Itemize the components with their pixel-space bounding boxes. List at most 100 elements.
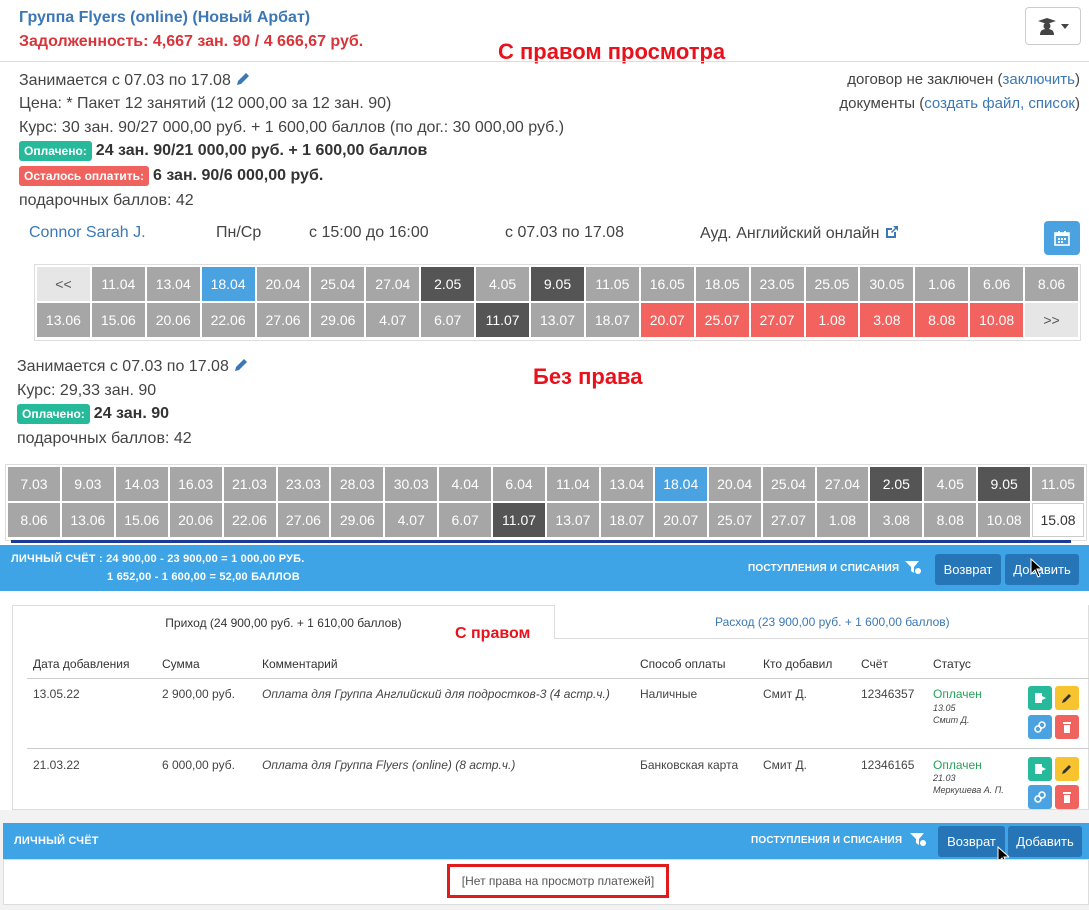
user-menu-button[interactable] bbox=[1025, 7, 1081, 45]
lesson-date-cell[interactable]: 6.04 bbox=[493, 467, 545, 501]
lesson-date-cell[interactable]: 18.04 bbox=[654, 467, 707, 501]
lesson-date-cell[interactable]: 23.05 bbox=[750, 267, 804, 301]
lesson-date-cell[interactable]: 16.03 bbox=[169, 467, 222, 501]
lesson-date-cell[interactable]: 11.04 bbox=[91, 267, 145, 301]
lesson-date-cell[interactable]: 18.07 bbox=[600, 503, 653, 537]
lesson-date-cell[interactable]: 3.08 bbox=[860, 303, 914, 337]
lesson-date-cell[interactable]: 13.04 bbox=[146, 267, 200, 301]
lesson-date-cell[interactable]: 21.03 bbox=[223, 467, 276, 501]
prev-page-button[interactable]: << bbox=[37, 267, 90, 301]
lesson-date-cell[interactable]: 20.04 bbox=[708, 467, 761, 501]
add-button-2[interactable]: Добавить bbox=[1008, 826, 1082, 857]
link-button[interactable] bbox=[1028, 715, 1052, 739]
lesson-date-cell[interactable]: 18.04 bbox=[201, 267, 255, 301]
lesson-date-cell[interactable]: 25.07 bbox=[708, 503, 761, 537]
lesson-date-cell[interactable]: 2.05 bbox=[870, 467, 923, 501]
lesson-date-cell[interactable]: 18.05 bbox=[695, 267, 749, 301]
lesson-date-cell[interactable]: 4.05 bbox=[924, 467, 977, 501]
lesson-date-cell[interactable]: 22.06 bbox=[223, 503, 276, 537]
lesson-date-cell[interactable]: 20.07 bbox=[654, 503, 707, 537]
lesson-date-cell[interactable]: 23.03 bbox=[277, 467, 330, 501]
lesson-date-cell[interactable]: 4.07 bbox=[385, 503, 438, 537]
documents-link[interactable]: создать файл, список bbox=[924, 95, 1075, 112]
lesson-date-cell[interactable]: 11.05 bbox=[1032, 467, 1084, 501]
lesson-date-cell[interactable]: 9.05 bbox=[531, 267, 584, 301]
lesson-date-cell[interactable]: 27.04 bbox=[366, 267, 420, 301]
lesson-date-cell[interactable]: 25.05 bbox=[805, 267, 859, 301]
lesson-date-cell[interactable]: 13.06 bbox=[61, 503, 114, 537]
next-page-button[interactable]: >> bbox=[1025, 303, 1078, 337]
tab-expense[interactable]: Расход (23 900,00 руб. + 1 600,00 баллов… bbox=[715, 615, 950, 629]
external-link-icon[interactable] bbox=[884, 224, 900, 240]
add-button[interactable]: Добавить bbox=[1005, 554, 1079, 585]
refund-button[interactable]: Возврат bbox=[935, 554, 1001, 585]
lesson-date-cell[interactable]: 20.06 bbox=[146, 303, 200, 337]
lesson-date-cell[interactable]: 20.04 bbox=[256, 267, 310, 301]
contract-link[interactable]: заключить bbox=[1002, 71, 1075, 88]
lesson-date-cell[interactable]: 6.06 bbox=[970, 267, 1024, 301]
lesson-date-cell[interactable]: 6.07 bbox=[421, 303, 475, 337]
lesson-date-cell[interactable]: 27.06 bbox=[256, 303, 310, 337]
lesson-date-cell[interactable]: 1.08 bbox=[805, 303, 859, 337]
lesson-date-cell[interactable]: 30.03 bbox=[385, 467, 438, 501]
lesson-date-cell[interactable]: 15.06 bbox=[91, 303, 145, 337]
teacher-link[interactable]: Connor Sarah J. bbox=[29, 224, 146, 242]
lesson-date-cell[interactable]: 13.04 bbox=[600, 467, 653, 501]
lesson-date-cell[interactable]: 10.08 bbox=[978, 503, 1031, 537]
lesson-date-cell[interactable]: 18.07 bbox=[585, 303, 639, 337]
lesson-date-cell[interactable]: 6.07 bbox=[439, 503, 492, 537]
lesson-date-cell[interactable]: 8.06 bbox=[1025, 267, 1078, 301]
lesson-date-cell[interactable]: 8.08 bbox=[924, 503, 977, 537]
lesson-date-cell[interactable]: 13.07 bbox=[547, 503, 599, 537]
calendar-button[interactable] bbox=[1044, 221, 1080, 255]
receipt-button[interactable] bbox=[1028, 686, 1052, 710]
flows-link[interactable]: ПОСТУПЛЕНИЯ И СПИСАНИЯ bbox=[748, 563, 899, 574]
row-who[interactable]: Смит Д. bbox=[763, 687, 807, 701]
lesson-date-cell[interactable]: 27.04 bbox=[816, 467, 869, 501]
lesson-date-cell[interactable]: 20.06 bbox=[169, 503, 222, 537]
lesson-date-cell[interactable]: 11.07 bbox=[476, 303, 530, 337]
lesson-date-cell[interactable]: 27.06 bbox=[277, 503, 330, 537]
delete-button[interactable] bbox=[1055, 785, 1079, 809]
lesson-date-cell[interactable]: 30.05 bbox=[860, 267, 914, 301]
lesson-date-cell[interactable]: 15.08 bbox=[1032, 503, 1084, 537]
lesson-date-cell[interactable]: 20.07 bbox=[640, 303, 694, 337]
lesson-date-cell[interactable]: 25.07 bbox=[695, 303, 749, 337]
filter-icon[interactable] bbox=[910, 833, 926, 847]
lesson-date-cell[interactable]: 9.05 bbox=[978, 467, 1031, 501]
lesson-date-cell[interactable]: 4.05 bbox=[476, 267, 530, 301]
lesson-date-cell[interactable]: 15.06 bbox=[115, 503, 168, 537]
lesson-date-cell[interactable]: 27.07 bbox=[750, 303, 804, 337]
lesson-date-cell[interactable]: 25.04 bbox=[311, 267, 365, 301]
lesson-date-cell[interactable]: 10.08 bbox=[970, 303, 1024, 337]
link-button[interactable] bbox=[1028, 785, 1052, 809]
lesson-date-cell[interactable]: 13.06 bbox=[37, 303, 90, 337]
lesson-date-cell[interactable]: 25.04 bbox=[762, 467, 815, 501]
lesson-date-cell[interactable]: 2.05 bbox=[421, 267, 475, 301]
lesson-date-cell[interactable]: 1.06 bbox=[915, 267, 969, 301]
lesson-date-cell[interactable]: 13.07 bbox=[531, 303, 584, 337]
pencil-icon[interactable] bbox=[235, 71, 251, 87]
lesson-date-cell[interactable]: 22.06 bbox=[201, 303, 255, 337]
edit-button[interactable] bbox=[1055, 757, 1079, 781]
edit-button[interactable] bbox=[1055, 686, 1079, 710]
lesson-date-cell[interactable]: 29.06 bbox=[311, 303, 365, 337]
lesson-date-cell[interactable]: 8.08 bbox=[915, 303, 969, 337]
pencil-icon[interactable] bbox=[233, 357, 249, 373]
row-status-by[interactable]: Смит Д. bbox=[933, 715, 970, 725]
lesson-date-cell[interactable]: 29.06 bbox=[331, 503, 384, 537]
filter-icon[interactable] bbox=[905, 561, 921, 575]
lesson-date-cell[interactable]: 11.07 bbox=[493, 503, 545, 537]
delete-button[interactable] bbox=[1055, 715, 1079, 739]
receipt-button[interactable] bbox=[1028, 757, 1052, 781]
row-status-by[interactable]: Меркушева А. П. bbox=[933, 785, 1004, 795]
lesson-date-cell[interactable]: 4.04 bbox=[439, 467, 492, 501]
lesson-date-cell[interactable]: 16.05 bbox=[640, 267, 694, 301]
lesson-date-cell[interactable]: 3.08 bbox=[870, 503, 923, 537]
flows-link-2[interactable]: ПОСТУПЛЕНИЯ И СПИСАНИЯ bbox=[751, 835, 902, 846]
lesson-date-cell[interactable]: 27.07 bbox=[762, 503, 815, 537]
lesson-date-cell[interactable]: 8.06 bbox=[8, 503, 60, 537]
lesson-date-cell[interactable]: 28.03 bbox=[331, 467, 384, 501]
lesson-date-cell[interactable]: 7.03 bbox=[8, 467, 60, 501]
lesson-date-cell[interactable]: 11.05 bbox=[585, 267, 639, 301]
